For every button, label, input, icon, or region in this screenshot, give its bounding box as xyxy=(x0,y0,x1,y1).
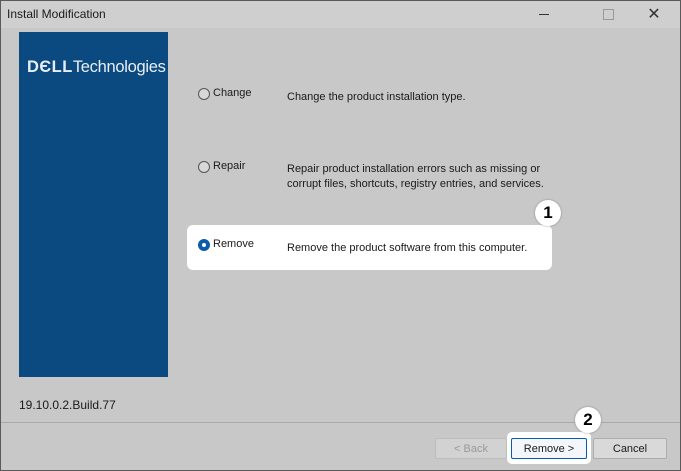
step-1-badge: 1 xyxy=(535,200,561,226)
title-bar[interactable]: Install Modification ✕ xyxy=(1,1,680,28)
remove-label[interactable]: Remove xyxy=(213,238,254,250)
step-2-badge: 2 xyxy=(575,407,601,433)
maximize-icon xyxy=(602,9,614,20)
remove-button[interactable]: Remove > xyxy=(511,438,587,459)
repair-description: Repair product installation errors such … xyxy=(287,163,544,190)
change-label[interactable]: Change xyxy=(213,87,252,99)
version-label: 19.10.0.2.Build.77 xyxy=(19,398,116,412)
logo-suffix: Technologies xyxy=(72,58,166,76)
dialog-body: DЄLLTechnologies Change Change the produ… xyxy=(1,28,680,470)
change-radio[interactable] xyxy=(198,88,210,100)
back-button[interactable]: < Back xyxy=(435,438,507,459)
dell-banner: DЄLLTechnologies xyxy=(19,32,168,377)
close-button[interactable]: ✕ xyxy=(631,1,677,28)
repair-radio[interactable] xyxy=(198,161,210,173)
remove-radio[interactable] xyxy=(198,239,210,251)
cancel-button[interactable]: Cancel xyxy=(593,438,667,459)
maximize-button[interactable] xyxy=(585,1,631,28)
remove-description: Remove the product software from this co… xyxy=(287,242,528,254)
minimize-icon xyxy=(539,14,549,15)
install-modification-window: Install Modification ✕ DЄLLTechnologies … xyxy=(0,0,681,471)
change-description: Change the product installation type. xyxy=(287,91,466,103)
minimize-button[interactable] xyxy=(521,1,567,28)
close-icon: ✕ xyxy=(647,5,661,23)
repair-label[interactable]: Repair xyxy=(213,160,245,172)
logo-brand: DЄLL xyxy=(27,58,73,76)
dell-technologies-logo: DЄLLTechnologies xyxy=(27,58,166,77)
window-title: Install Modification xyxy=(7,7,106,21)
